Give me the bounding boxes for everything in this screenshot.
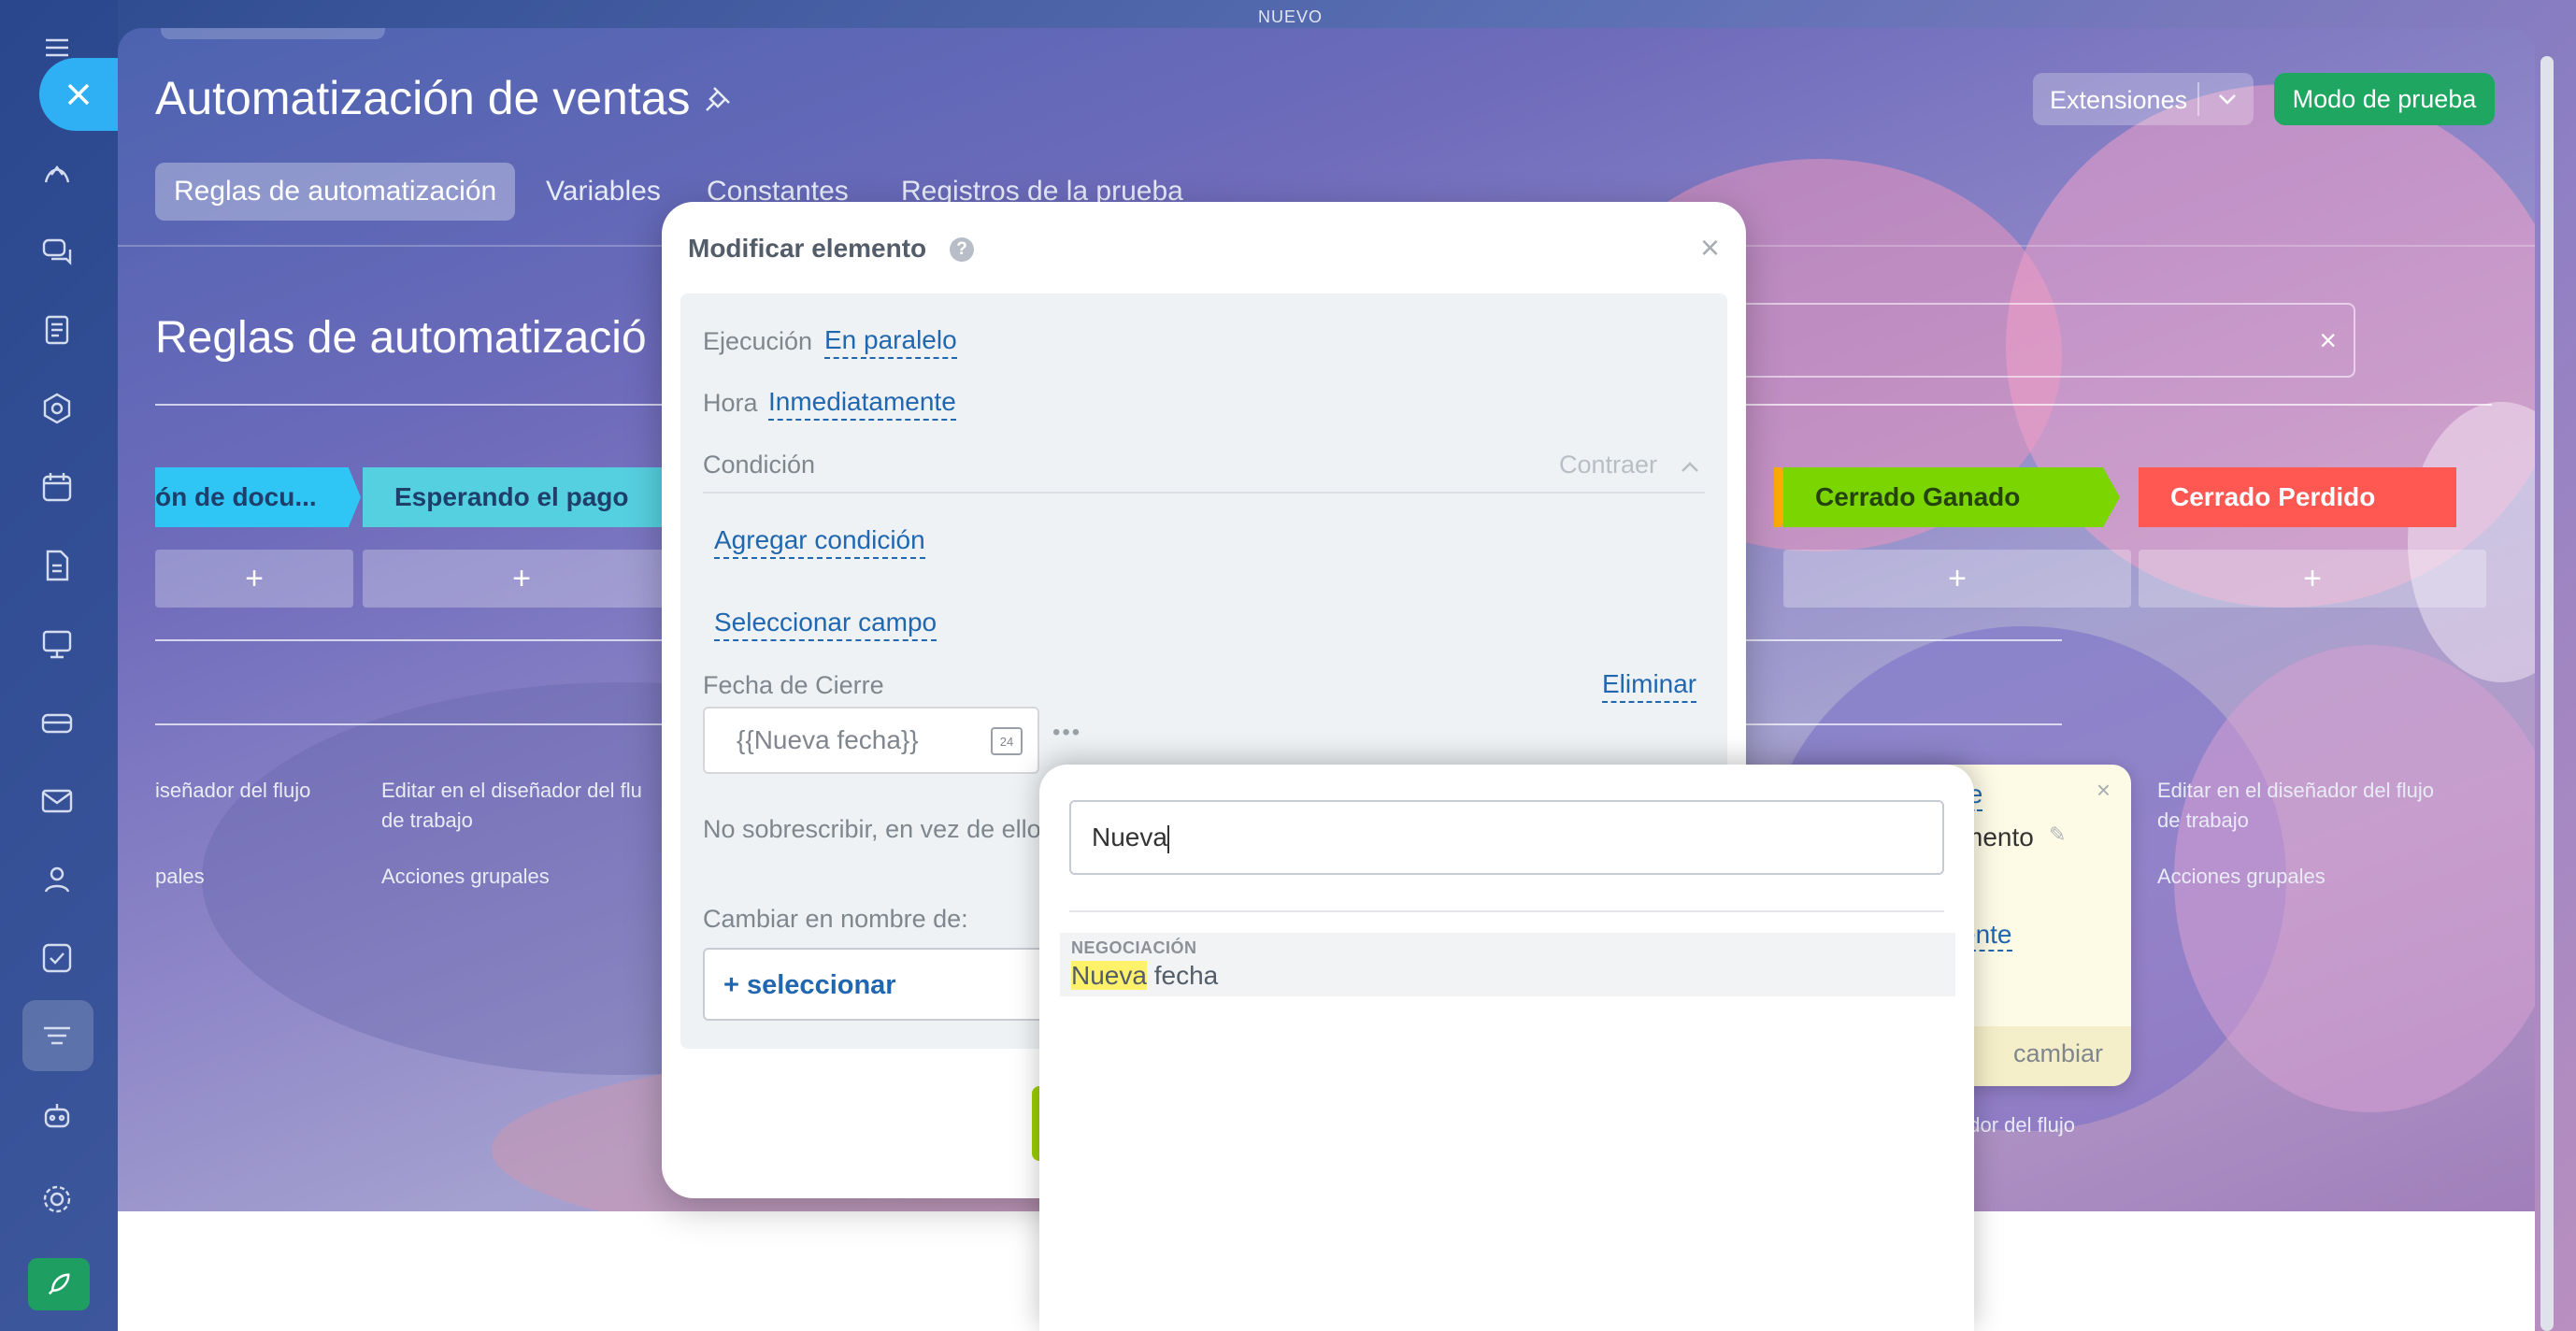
designer-link[interactable]: ador del flujo [1957, 1110, 2075, 1140]
change-link[interactable]: cambiar [2013, 1039, 2103, 1068]
page-title: Automatización de ventas [155, 72, 691, 124]
designer-link[interactable]: Editar en el diseñador del flu [381, 776, 642, 806]
calendar-icon[interactable] [36, 465, 79, 508]
search-result-item[interactable]: NEGOCIACIÓN Nueva fecha [1060, 933, 1955, 996]
dialog-close-button[interactable]: × [1700, 228, 1720, 267]
scrollbar[interactable] [2540, 56, 2554, 1331]
help-icon[interactable]: ? [950, 237, 974, 262]
file-icon[interactable] [36, 544, 79, 587]
add-rule-button[interactable]: + [155, 550, 353, 608]
designer-link[interactable]: de trabajo [2157, 806, 2249, 836]
stage-closed-lost[interactable]: Cerrado Perdido [2139, 467, 2456, 527]
collapse-link[interactable]: Contraer [1559, 451, 1657, 479]
hexagon-icon[interactable] [36, 387, 79, 430]
select-field-link[interactable]: Seleccionar campo [714, 608, 937, 641]
chevron-up-icon[interactable] [1679, 458, 1701, 477]
extensions-label: Extensiones [2050, 86, 2188, 114]
add-rule-button[interactable]: + [1783, 550, 2131, 608]
result-group-label: NEGOCIACIÓN [1071, 938, 1197, 957]
condition-label: Condición [703, 451, 816, 479]
rocket-button[interactable] [28, 1258, 90, 1310]
edit-pencil-icon[interactable]: ✎ [2049, 823, 2066, 847]
chevron-down-icon[interactable] [2216, 90, 2239, 108]
search-query: Nueva [1092, 823, 1167, 852]
close-icon [67, 83, 90, 106]
change-on-behalf-label: Cambiar en nombre de: [703, 905, 968, 933]
result-highlight: Nueva [1071, 961, 1147, 990]
close-slider-button[interactable] [39, 58, 118, 131]
add-rule-button[interactable]: + [363, 550, 680, 608]
add-condition-link[interactable]: Agregar condición [714, 525, 925, 559]
sales-icon[interactable] [36, 151, 79, 194]
tasks-icon[interactable] [36, 937, 79, 980]
execution-mode-link[interactable]: En paralelo [824, 325, 957, 359]
tab-handle [161, 28, 385, 39]
stage-waiting-payment[interactable]: Esperando el pago [363, 467, 671, 527]
result-text: fecha [1146, 961, 1219, 990]
designer-link[interactable]: de trabajo [381, 806, 473, 836]
popup-close-icon[interactable]: × [2097, 776, 2111, 805]
designer-link[interactable]: iseñador del flujo [155, 776, 310, 806]
board-icon[interactable] [36, 623, 79, 666]
tab-variables[interactable]: Variables [527, 163, 680, 221]
execution-label: Ejecución [703, 327, 813, 355]
select-user-button[interactable]: + seleccionar [723, 970, 896, 1001]
more-options-icon[interactable]: ••• [1052, 720, 1081, 746]
time-label: Hora [703, 389, 758, 417]
stage-closed-won[interactable]: Cerrado Ganado [1783, 467, 2120, 527]
no-overwrite-text: No sobrescribir, en vez de ello [703, 815, 1041, 843]
time-link[interactable]: Inmediatamente [768, 387, 956, 421]
rocket-icon [48, 1273, 70, 1295]
section-title: Reglas de automatizació [155, 313, 647, 363]
mail-icon[interactable] [36, 780, 79, 823]
stage-documents[interactable]: ón de docu... [155, 467, 361, 527]
left-sidebar [0, 0, 118, 1331]
designer-link[interactable]: Editar en el diseñador del flujo [2157, 776, 2434, 806]
tab-automation-rules[interactable]: Reglas de automatización [155, 163, 516, 221]
card-icon[interactable] [36, 701, 79, 744]
field-label: Fecha de Cierre [703, 671, 884, 699]
clear-filter-icon[interactable]: × [2319, 323, 2337, 358]
delete-field-link[interactable]: Eliminar [1602, 669, 1697, 703]
documents-icon[interactable] [36, 308, 79, 351]
field-search-dropdown: Nueva NEGOCIACIÓN Nueva fecha [1039, 765, 1974, 1331]
settings-gear-icon[interactable] [36, 1178, 79, 1221]
text-cursor [1166, 824, 1169, 853]
bulk-actions-link[interactable]: Acciones grupales [381, 862, 550, 892]
add-rule-button[interactable]: + [2139, 550, 2486, 608]
funnel-icon[interactable] [36, 1015, 79, 1058]
extensions-button[interactable]: Extensiones [2033, 73, 2254, 125]
calendar-icon[interactable]: 24 [991, 727, 1023, 755]
date-value: {{Nueva fecha}} [737, 725, 919, 754]
robot-icon[interactable] [36, 1094, 79, 1137]
top-label: NUEVO [1258, 7, 1324, 26]
chat-icon[interactable] [36, 230, 79, 273]
contacts-icon[interactable] [36, 858, 79, 901]
test-mode-button[interactable]: Modo de prueba [2274, 73, 2495, 125]
dialog-title: Modificar elemento [688, 234, 927, 263]
close-date-input[interactable]: {{Nueva fecha}} 24 [703, 707, 1039, 774]
pin-icon[interactable] [703, 84, 733, 119]
filter-input[interactable]: × [1688, 303, 2355, 378]
bulk-actions-link[interactable]: pales [155, 862, 205, 892]
field-search-input[interactable]: Nueva [1069, 800, 1944, 875]
bulk-actions-link[interactable]: Acciones grupales [2157, 862, 2326, 892]
select-user-field[interactable]: + seleccionar [703, 948, 1095, 1021]
